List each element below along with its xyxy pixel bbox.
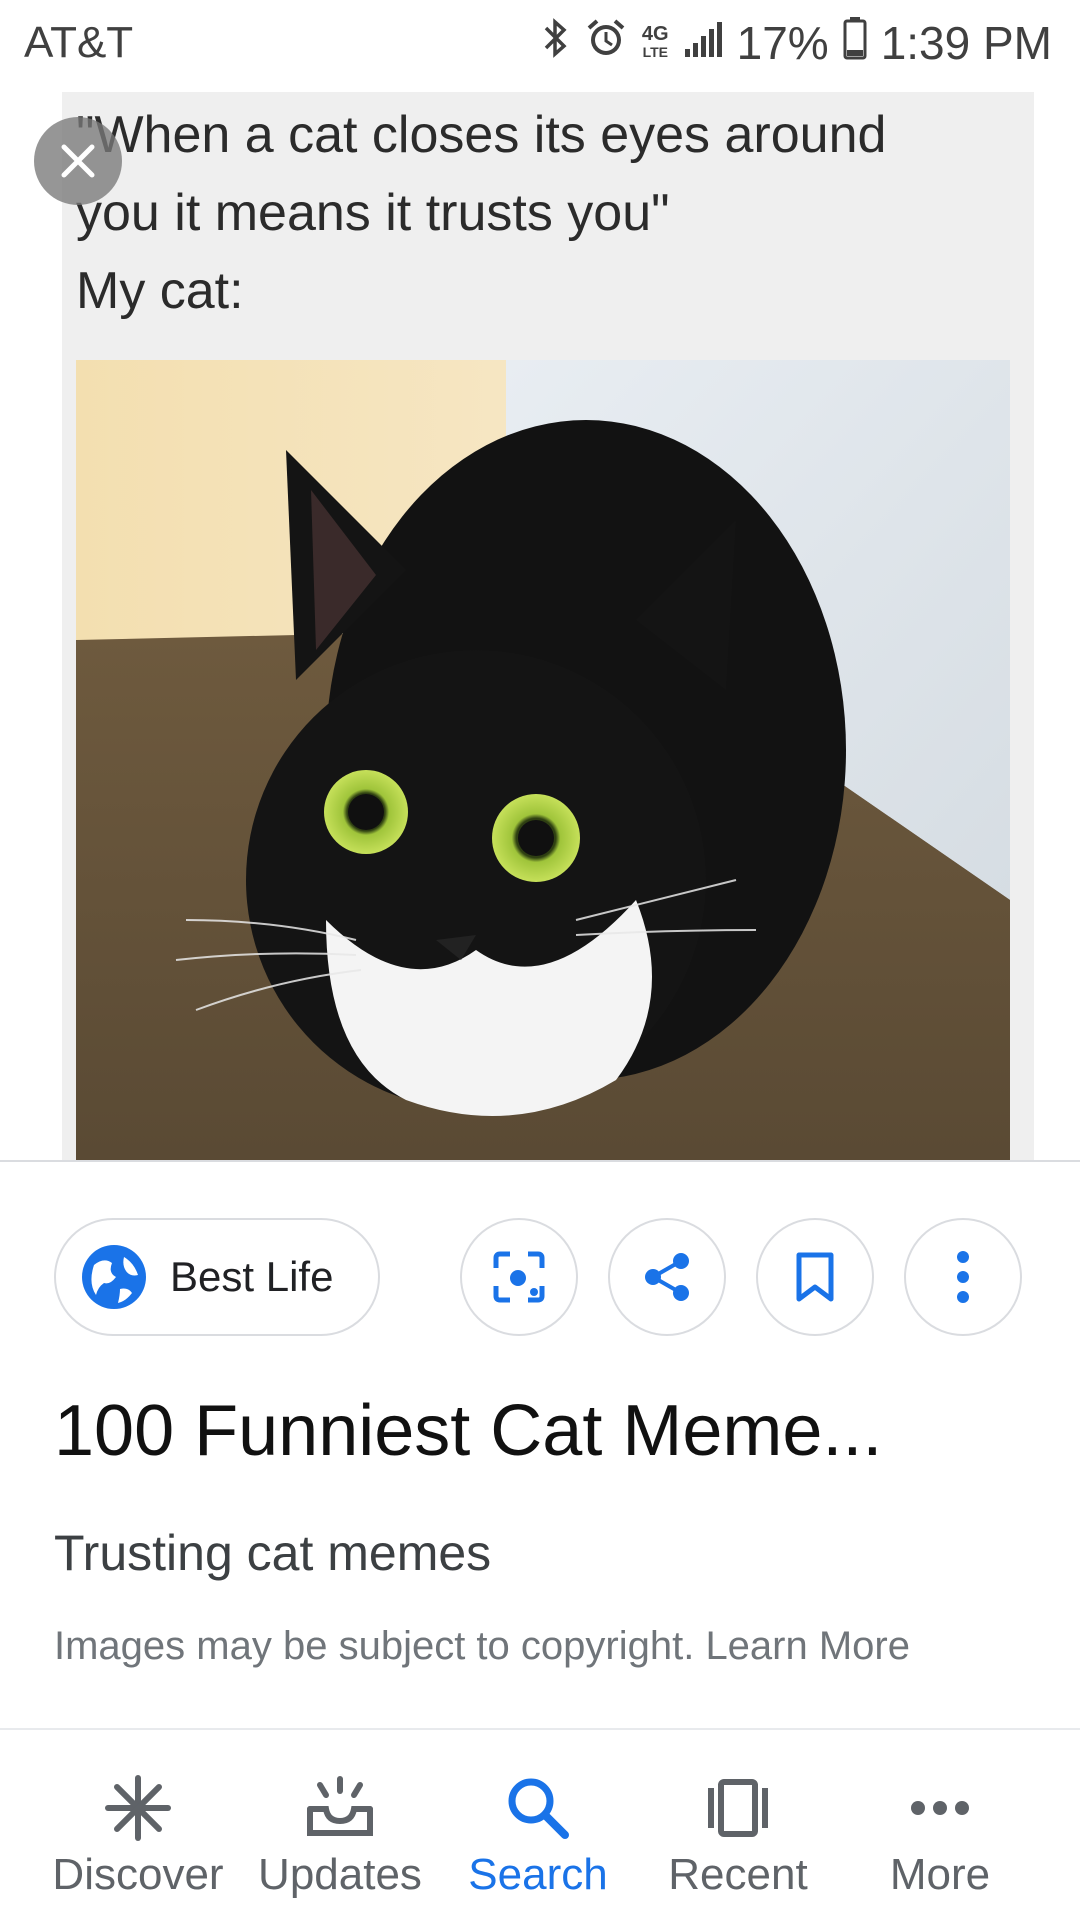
clock: 1:39 PM — [880, 17, 1052, 69]
battery-icon — [843, 16, 867, 71]
nav-label: Updates — [258, 1850, 422, 1899]
cat-photo — [76, 360, 1010, 1160]
divider — [0, 1160, 1080, 1162]
search-icon — [508, 1778, 569, 1839]
copyright-notice: Images may be subject to copyright. Lear… — [54, 1624, 910, 1669]
meme-caption-line: you it means it trusts you" — [76, 184, 670, 242]
learn-more-link[interactable]: Learn More — [705, 1624, 910, 1668]
result-title[interactable]: 100 Funniest Cat Meme... — [54, 1390, 1034, 1472]
status-bar: AT&T 4G LTE 17% 1:39 PM — [0, 0, 1080, 86]
more-horiz-icon — [911, 1801, 969, 1815]
signal-icon — [683, 16, 723, 70]
nav-label: Recent — [668, 1850, 808, 1899]
share-button[interactable] — [608, 1218, 726, 1336]
carrier-label: AT&T — [24, 18, 134, 67]
updates-icon — [307, 1776, 373, 1836]
meme-caption: "When a cat closes its eyes around you i… — [76, 96, 1016, 330]
alarm-icon — [584, 16, 628, 71]
nav-label: Search — [468, 1850, 608, 1899]
nav-more[interactable]: More — [860, 1730, 1020, 1920]
copyright-text: Images may be subject to copyright. — [54, 1624, 695, 1668]
source-label: Best Life — [170, 1253, 334, 1300]
bookmark-button[interactable] — [756, 1218, 874, 1336]
lens-icon — [493, 1251, 545, 1303]
bottom-navigation: Discover Updates Search Recent More — [0, 1728, 1080, 1920]
network-type: 4G LTE — [641, 23, 669, 60]
asterisk-icon — [105, 1775, 171, 1841]
close-button[interactable] — [34, 117, 122, 205]
image-viewer[interactable]: "When a cat closes its eyes around you i… — [0, 86, 1080, 1160]
meme-image: "When a cat closes its eyes around you i… — [62, 92, 1034, 1160]
meme-caption-line: My cat: — [76, 262, 244, 320]
source-chip[interactable]: Best Life — [54, 1218, 380, 1336]
bookmark-icon — [796, 1252, 834, 1302]
more-vert-icon — [957, 1251, 969, 1303]
nav-search[interactable]: Search — [456, 1730, 620, 1920]
share-icon — [645, 1253, 689, 1301]
nav-label: Discover — [52, 1850, 224, 1899]
nav-recent[interactable]: Recent — [650, 1730, 826, 1920]
bluetooth-icon — [542, 16, 570, 71]
nav-updates[interactable]: Updates — [248, 1730, 432, 1920]
close-icon — [61, 144, 95, 178]
meme-caption-line: "When a cat closes its eyes around — [76, 106, 887, 164]
result-subtitle: Trusting cat memes — [54, 1525, 492, 1581]
recent-icon — [708, 1779, 768, 1837]
status-icons: 4G LTE 17% 1:39 PM — [542, 16, 1052, 71]
nav-discover[interactable]: Discover — [44, 1730, 232, 1920]
battery-percent: 17% — [736, 17, 829, 69]
nav-label: More — [889, 1850, 991, 1899]
globe-icon — [82, 1245, 146, 1309]
more-options-button[interactable] — [904, 1218, 1022, 1336]
lens-button[interactable] — [460, 1218, 578, 1336]
